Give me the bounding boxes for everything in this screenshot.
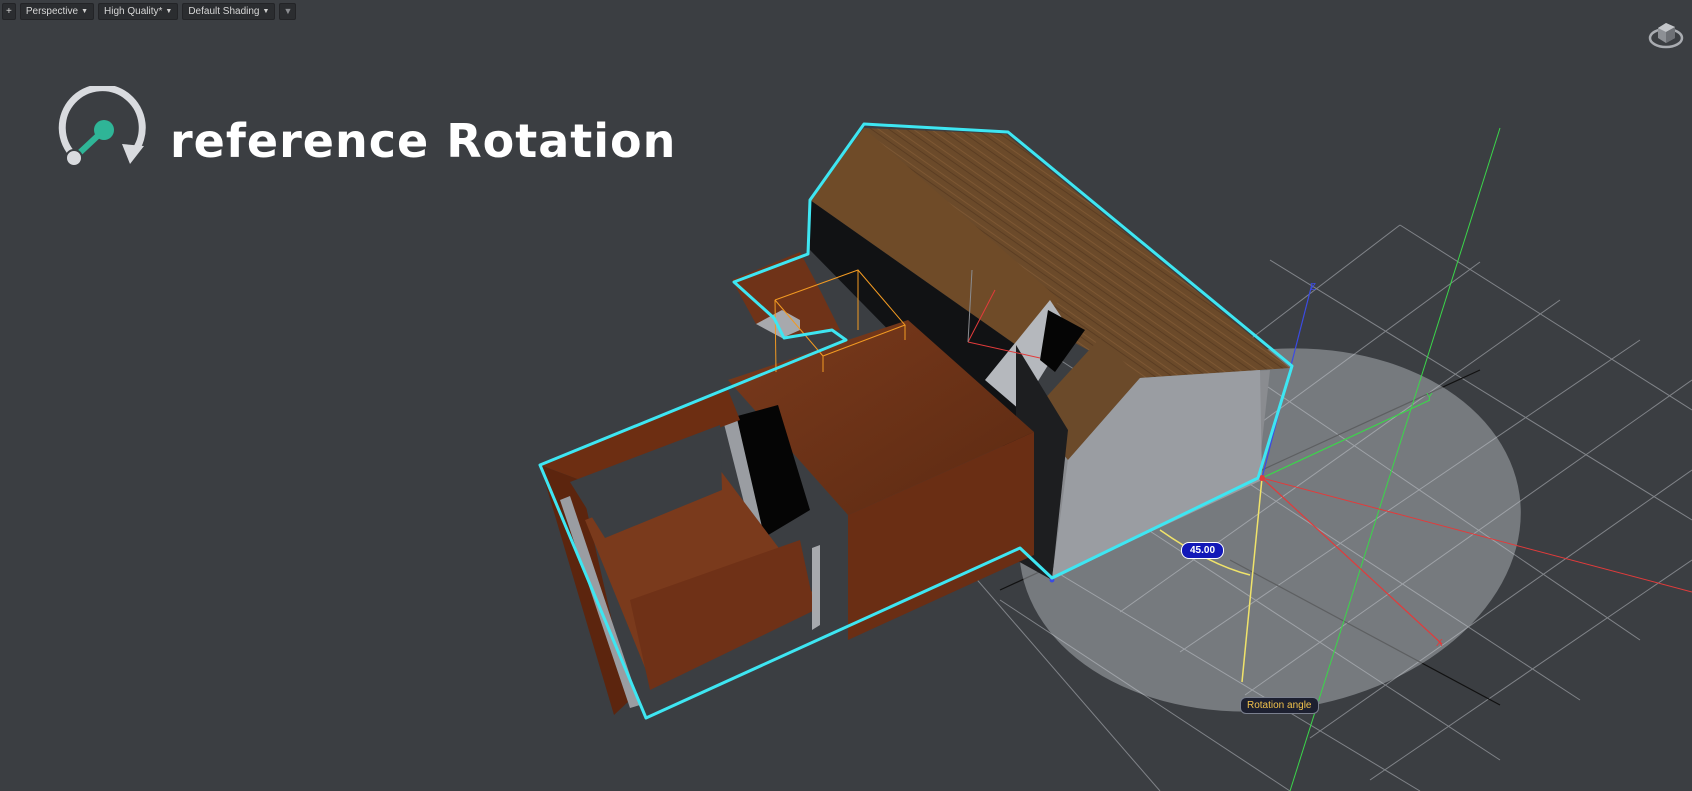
chevron-down-icon: ▼ <box>165 7 173 15</box>
title-block: reference Rotation <box>56 86 676 178</box>
page-title: reference Rotation <box>170 114 677 168</box>
chevron-down-icon: ▼ <box>262 7 270 15</box>
angle-value-chip[interactable]: 45.00 <box>1181 542 1225 559</box>
plus-icon: + <box>6 5 12 17</box>
axis-y-label: Y <box>1426 392 1433 403</box>
add-button[interactable]: + <box>2 2 16 20</box>
rotation-angle-tooltip: Rotation angle <box>1240 697 1319 714</box>
shading-dropdown[interactable]: Default Shading ▼ <box>182 2 276 20</box>
rotate-reference-icon <box>58 86 146 167</box>
quality-dropdown[interactable]: High Quality* ▼ <box>98 2 179 20</box>
axis-z-label: Z <box>1310 282 1316 293</box>
filter-button[interactable]: ▼ <box>279 2 297 20</box>
axis-x-label: X <box>1436 638 1443 649</box>
filter-icon: ▼ <box>283 6 293 16</box>
nav-cube-icon[interactable] <box>1648 16 1684 50</box>
view-dropdown[interactable]: Perspective ▼ <box>19 2 95 20</box>
quality-dropdown-label: High Quality* <box>104 5 163 17</box>
shading-dropdown-label: Default Shading <box>188 5 260 17</box>
chevron-down-icon: ▼ <box>81 7 89 15</box>
viewport-toolbar: + Perspective ▼ High Quality* ▼ Default … <box>0 0 297 22</box>
view-dropdown-label: Perspective <box>25 5 79 17</box>
porch-post-lit <box>812 545 820 630</box>
